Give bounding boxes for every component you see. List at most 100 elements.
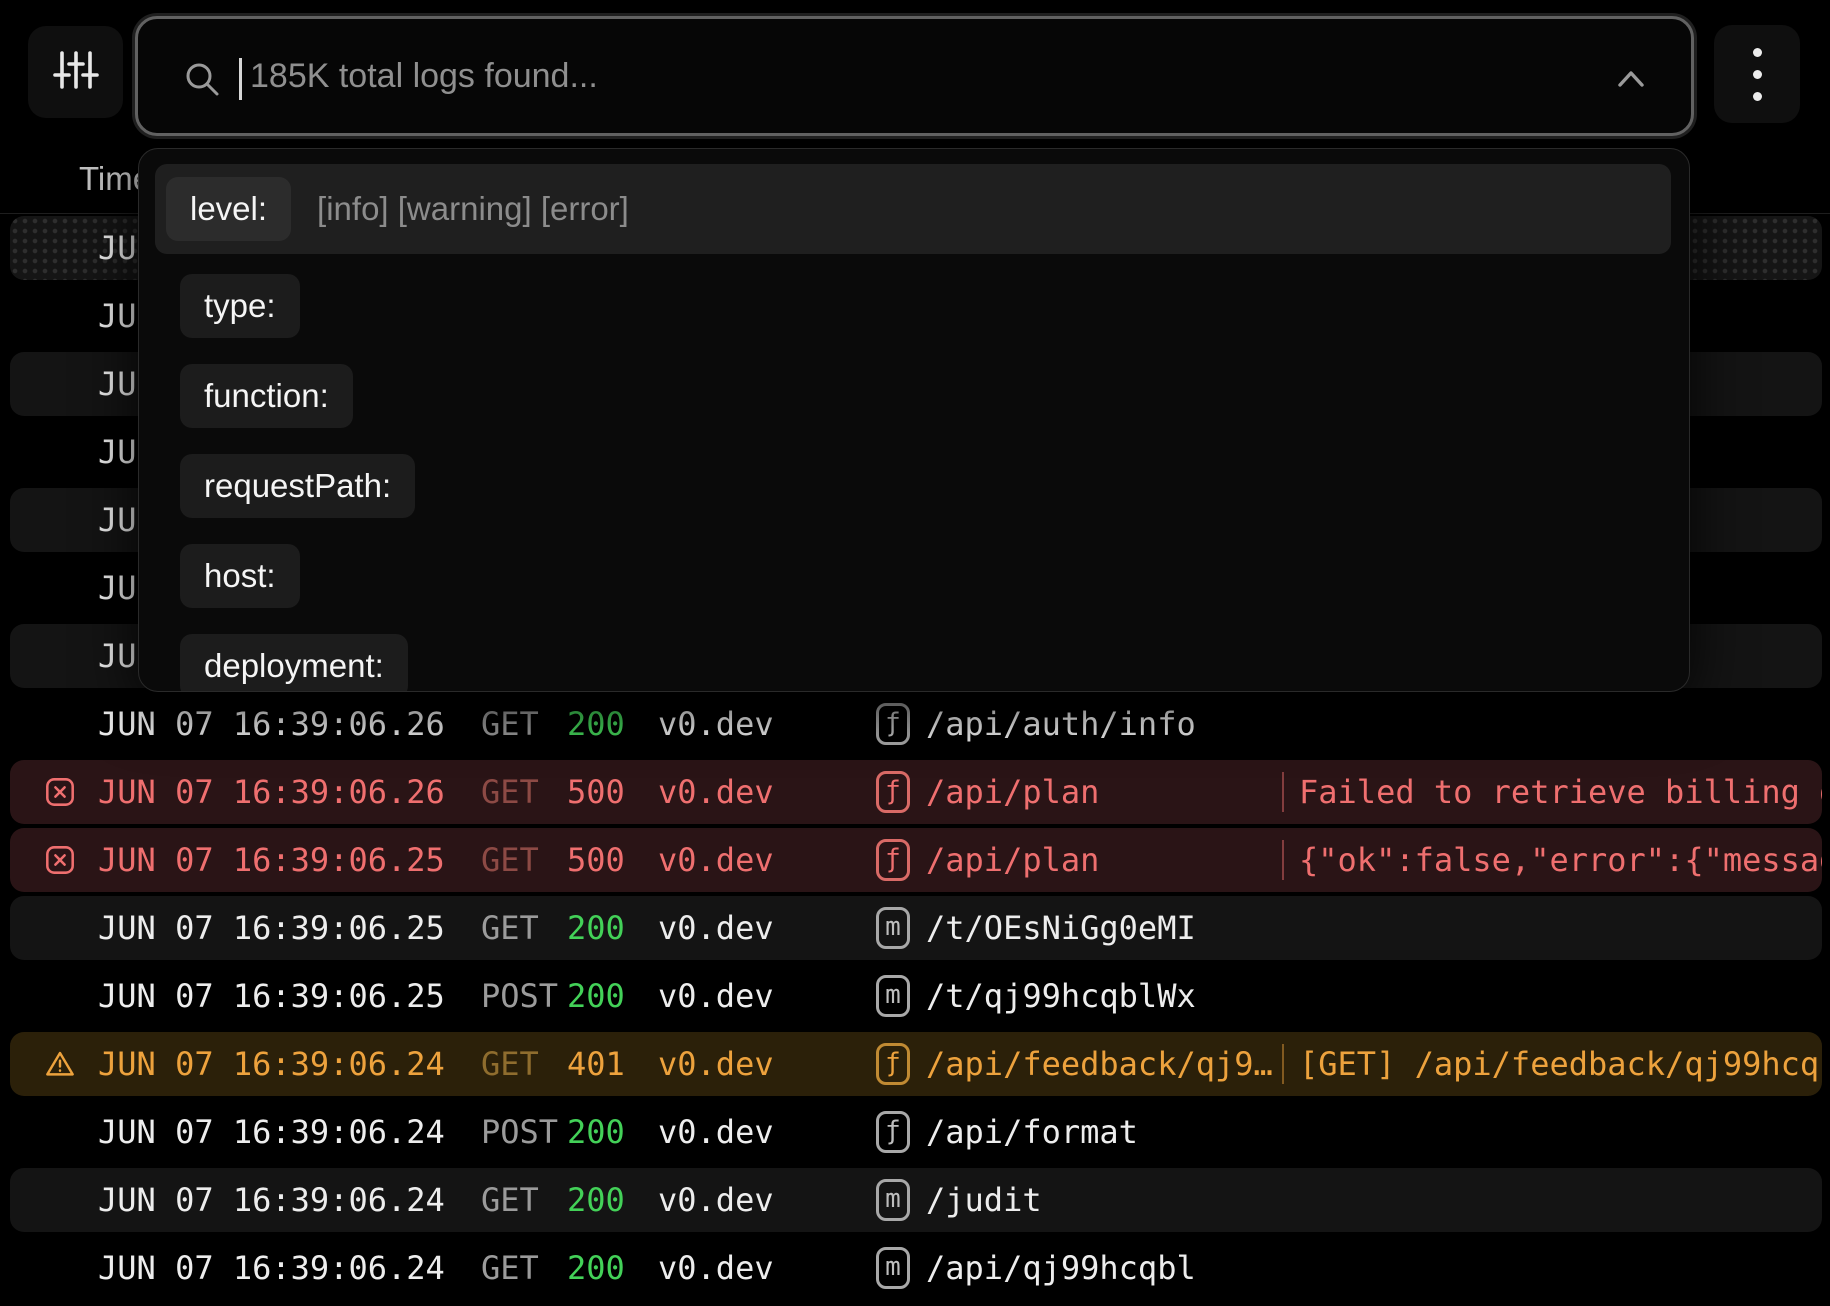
- level-icon-slot: [44, 1116, 76, 1148]
- middleware-icon: m: [876, 907, 910, 949]
- suggestion-item-type[interactable]: type:: [180, 274, 300, 338]
- log-row-content: JUN 07 16:39:06.26GET500v0.devƒ/api/plan…: [10, 760, 1822, 824]
- host: v0.dev: [658, 1181, 876, 1219]
- http-method: POST: [481, 977, 567, 1015]
- log-timestamp: JUN 07 16:39:06.24: [98, 1113, 481, 1151]
- http-method: GET: [481, 705, 567, 743]
- log-row-content: JUN 07 16:39:06.25GET500v0.devƒ/api/plan…: [10, 828, 1822, 892]
- log-row[interactable]: JUN 07 16:39:06.24GET200v0.devm/api/qj99…: [0, 1234, 1830, 1302]
- error-icon: [44, 844, 76, 876]
- request-path: /api/auth/info: [926, 705, 1282, 743]
- request-path: /t/OEsNiGg0eMI: [926, 909, 1282, 947]
- function-icon: ƒ: [876, 703, 910, 745]
- log-row[interactable]: JUN 07 16:39:06.26GET500v0.devƒ/api/plan…: [0, 758, 1830, 826]
- log-row-content: JUN 07 16:39:06.24POST200v0.devƒ/api/for…: [10, 1100, 1822, 1164]
- host: v0.dev: [658, 977, 876, 1015]
- status-code: 200: [567, 977, 658, 1015]
- warning-icon: [44, 1048, 76, 1080]
- log-row[interactable]: JUN 07 16:39:06.24POST200v0.devƒ/api/for…: [0, 1098, 1830, 1166]
- log-timestamp: JUN 07 16:39:06.25: [98, 909, 481, 947]
- level-icon-slot: [44, 572, 76, 604]
- message-divider: [1282, 840, 1284, 880]
- log-row[interactable]: JUN 07 16:39:06.25POST200v0.devm/t/qj99h…: [0, 962, 1830, 1030]
- middleware-icon: m: [876, 975, 910, 1017]
- middleware-icon: m: [876, 1247, 910, 1289]
- status-code: 200: [567, 1249, 658, 1287]
- function-icon: ƒ: [876, 1111, 910, 1153]
- log-timestamp: JUN 07 16:39:06.24: [98, 1045, 481, 1083]
- filter-suggestions-dropdown: level:[info] [warning] [error] type: funct…: [138, 148, 1690, 692]
- status-code: 200: [567, 1113, 658, 1151]
- level-icon-slot: [44, 436, 76, 468]
- search-input[interactable]: [138, 19, 1691, 133]
- log-row-content: JUN 07 16:39:06.26GET200v0.devƒ/api/auth…: [10, 692, 1822, 756]
- level-icon-slot: [44, 980, 76, 1012]
- status-code: 200: [567, 909, 658, 947]
- status-code: 200: [567, 705, 658, 743]
- middleware-icon: m: [876, 1179, 910, 1221]
- suggestion-item-requestPath[interactable]: requestPath:: [180, 454, 415, 518]
- host: v0.dev: [658, 1045, 876, 1083]
- overflow-menu-button[interactable]: [1714, 25, 1800, 123]
- request-path: /api/qj99hcqbl: [926, 1249, 1282, 1287]
- function-icon: ƒ: [876, 771, 910, 813]
- sliders-icon: [52, 46, 100, 99]
- status-code: 500: [567, 773, 658, 811]
- level-icon-slot: [44, 232, 76, 264]
- error-icon: [44, 776, 76, 808]
- log-message: Failed to retrieve billing d: [1299, 773, 1822, 811]
- log-row-content: JUN 07 16:39:06.25GET200v0.devm/t/OEsNiG…: [10, 896, 1822, 960]
- http-method: GET: [481, 773, 567, 811]
- http-method: GET: [481, 1181, 567, 1219]
- host: v0.dev: [658, 773, 876, 811]
- log-row-content: JUN 07 16:39:06.24GET401v0.devƒ/api/feed…: [10, 1032, 1822, 1096]
- level-icon-slot: [44, 640, 76, 672]
- level-icon-slot: [44, 1252, 76, 1284]
- filter-button[interactable]: [28, 26, 123, 118]
- suggestion-item-level[interactable]: level:[info] [warning] [error]: [155, 164, 1671, 254]
- message-divider: [1282, 1044, 1284, 1084]
- log-row[interactable]: JUN 07 16:39:06.25GET500v0.devƒ/api/plan…: [0, 826, 1830, 894]
- http-method: GET: [481, 909, 567, 947]
- level-icon-slot: [44, 708, 76, 740]
- request-path: /api/plan: [926, 841, 1282, 879]
- log-row[interactable]: JUN 07 16:39:06.26GET200v0.devƒ/api/auth…: [0, 690, 1830, 758]
- request-path: /api/format: [926, 1113, 1282, 1151]
- function-icon: ƒ: [876, 839, 910, 881]
- request-path: /api/plan: [926, 773, 1282, 811]
- kebab-vertical-icon: [1753, 48, 1762, 101]
- suggestion-item-function[interactable]: function:: [180, 364, 353, 428]
- log-timestamp: JUN 07 16:39:06.25: [98, 977, 481, 1015]
- status-code: 500: [567, 841, 658, 879]
- suggestion-chip: level:: [166, 177, 291, 241]
- suggestion-item-host[interactable]: host:: [180, 544, 300, 608]
- log-row-content: JUN 07 16:39:06.25POST200v0.devm/t/qj99h…: [10, 964, 1822, 1028]
- level-icon-slot: [44, 368, 76, 400]
- status-code: 401: [567, 1045, 658, 1083]
- request-path: /judit: [926, 1181, 1282, 1219]
- http-method: GET: [481, 841, 567, 879]
- toolbar: [0, 0, 1830, 148]
- level-icon-slot: [44, 912, 76, 944]
- chevron-up-icon[interactable]: [1613, 65, 1649, 98]
- level-icon-slot: [44, 300, 76, 332]
- http-method: POST: [481, 1113, 567, 1151]
- http-method: GET: [481, 1045, 567, 1083]
- function-icon: ƒ: [876, 1043, 910, 1085]
- request-path: /t/qj99hcqblWx: [926, 977, 1282, 1015]
- log-row-content: JUN 07 16:39:06.24GET200v0.devm/api/qj99…: [10, 1236, 1822, 1300]
- level-icon-slot: [44, 504, 76, 536]
- log-row[interactable]: JUN 07 16:39:06.24GET200v0.devm/judit: [0, 1166, 1830, 1234]
- log-row[interactable]: JUN 07 16:39:06.24GET401v0.devƒ/api/feed…: [0, 1030, 1830, 1098]
- log-timestamp: JUN 07 16:39:06.24: [98, 1249, 481, 1287]
- host: v0.dev: [658, 1113, 876, 1151]
- host: v0.dev: [658, 909, 876, 947]
- host: v0.dev: [658, 705, 876, 743]
- log-message: {"ok":false,"error":{"messag: [1299, 841, 1822, 879]
- search-bar: [135, 16, 1694, 136]
- log-row[interactable]: JUN 07 16:39:06.25GET200v0.devm/t/OEsNiG…: [0, 894, 1830, 962]
- suggestion-item-deployment[interactable]: deployment:: [180, 634, 408, 692]
- log-message: [GET] /api/feedback/qj99hcqb: [1299, 1045, 1822, 1083]
- log-timestamp: JUN 07 16:39:06.26: [98, 705, 481, 743]
- host: v0.dev: [658, 841, 876, 879]
